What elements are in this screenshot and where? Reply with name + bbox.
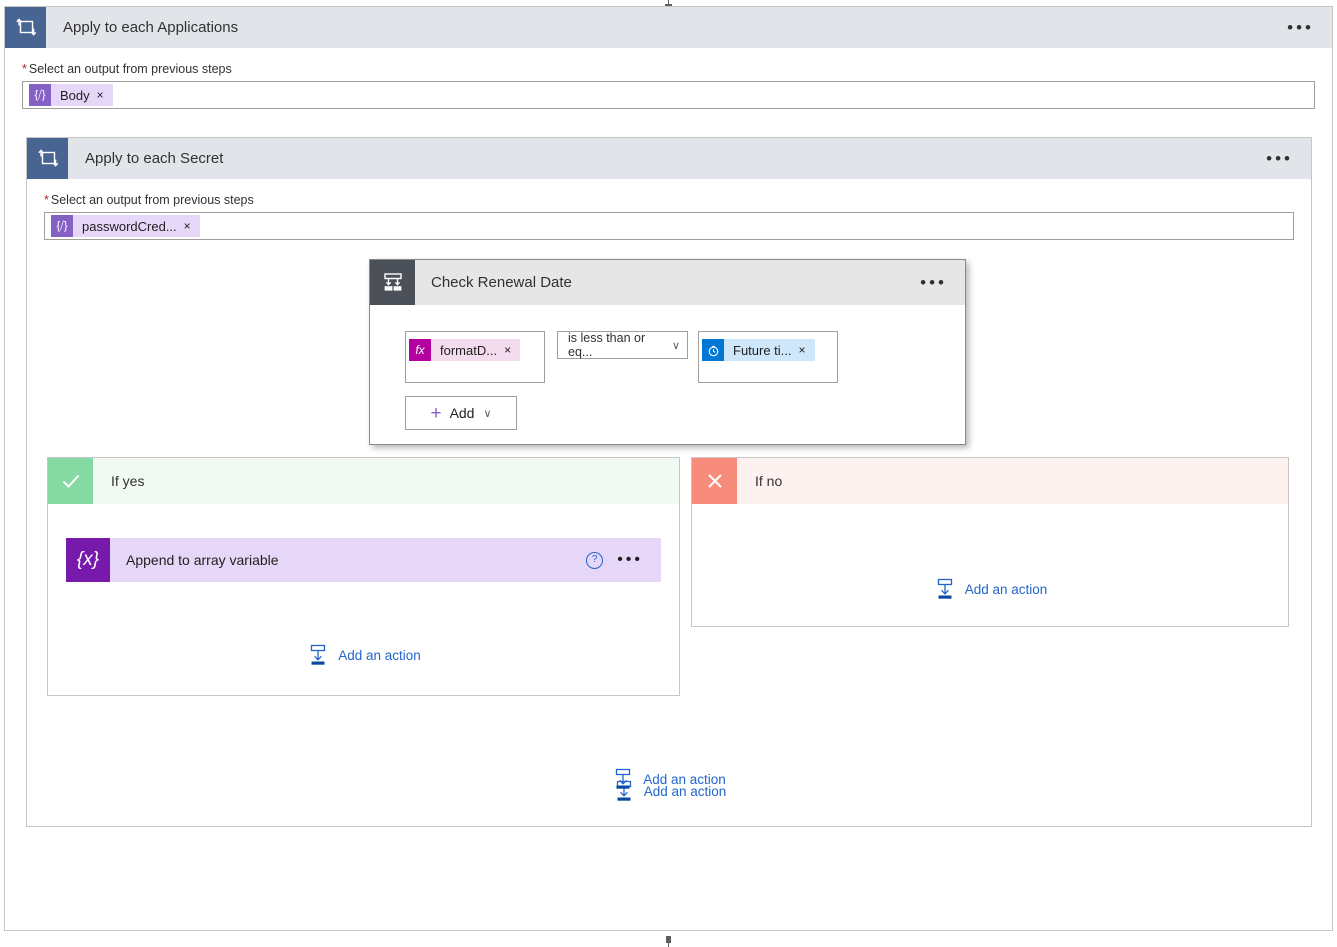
- condition-branch-icon: [370, 260, 415, 305]
- token-format-date[interactable]: fx formatD... ×: [409, 339, 521, 361]
- condition-header: Check Renewal Date •••: [370, 260, 965, 305]
- if-no-header: If no: [692, 458, 1288, 504]
- checkmark-icon: [48, 458, 93, 504]
- outer-loop-overflow-menu[interactable]: •••: [1287, 7, 1332, 48]
- token-remove-icon[interactable]: ×: [799, 343, 815, 357]
- inner-loop-header: Apply to each Secret •••: [27, 138, 1311, 179]
- outer-loop-field-label-text: Select an output from previous steps: [28, 62, 232, 76]
- outer-loop-title: Apply to each Applications: [63, 19, 239, 36]
- help-button[interactable]: ?: [586, 538, 617, 582]
- function-fx-icon: fx: [409, 339, 431, 361]
- token-remove-icon[interactable]: ×: [97, 88, 113, 102]
- add-action-icon: [937, 578, 952, 599]
- condition-operator-dropdown[interactable]: is less than or eq... ∨: [557, 331, 688, 359]
- token-label: Future ti...: [733, 342, 792, 358]
- inner-loop-field-label-text: Select an output from previous steps: [50, 193, 254, 207]
- token-password-credentials[interactable]: {⧸} passwordCred... ×: [51, 215, 200, 237]
- token-label: passwordCred...: [82, 218, 177, 234]
- connector-arrow-bottom: [666, 936, 671, 943]
- add-action-if-yes[interactable]: Add an action: [48, 644, 681, 666]
- token-future-time[interactable]: Future ti... ×: [702, 339, 815, 361]
- add-action-outer-loop[interactable]: Add an action: [5, 768, 1334, 790]
- condition-row: fx formatD... × is less than or eq... ∨: [405, 331, 965, 383]
- expression-braces-icon: {⧸}: [51, 215, 73, 237]
- required-asterisk: *: [44, 193, 49, 207]
- inner-loop-field-label: * Select an output from previous steps: [44, 193, 1294, 207]
- expression-braces-icon: {⧸}: [29, 84, 51, 106]
- append-to-array-variable-action[interactable]: {x} Append to array variable ? •••: [66, 538, 661, 582]
- inner-loop-input[interactable]: {⧸} passwordCred... ×: [44, 212, 1294, 240]
- variable-braces-icon: {x}: [66, 538, 110, 582]
- required-asterisk: *: [22, 62, 27, 76]
- outer-loop-field-group: * Select an output from previous steps {⧸…: [5, 48, 1332, 109]
- if-yes-header: If yes: [48, 458, 679, 504]
- clock-icon: [702, 339, 724, 361]
- chevron-down-icon: ∨: [483, 407, 492, 420]
- add-action-if-no[interactable]: Add an action: [692, 578, 1290, 600]
- condition-left-operand-input[interactable]: fx formatD... ×: [405, 331, 545, 383]
- add-action-if-yes-label: Add an action: [338, 647, 421, 663]
- outer-loop-header: Apply to each Applications •••: [5, 7, 1332, 48]
- check-renewal-date-condition-card[interactable]: Check Renewal Date ••• fx formatD... × i…: [369, 259, 966, 445]
- add-condition-button[interactable]: + Add ∨: [405, 396, 517, 430]
- token-remove-icon[interactable]: ×: [184, 219, 200, 233]
- token-label: formatD...: [440, 342, 498, 358]
- condition-operator-value: is less than or eq...: [568, 331, 646, 359]
- token-remove-icon[interactable]: ×: [504, 343, 520, 357]
- outer-loop-input[interactable]: {⧸} Body ×: [22, 81, 1315, 109]
- add-action-icon: [311, 644, 326, 665]
- loop-icon: [27, 138, 68, 179]
- chevron-down-icon: ∨: [671, 339, 680, 352]
- if-no-branch: If no Add an action: [691, 457, 1289, 627]
- condition-title: Check Renewal Date: [431, 274, 572, 291]
- question-mark-icon: ?: [586, 551, 604, 569]
- add-condition-label: Add: [449, 405, 475, 421]
- if-no-title: If no: [755, 473, 783, 489]
- append-action-overflow-menu[interactable]: •••: [617, 538, 661, 582]
- inner-loop-field-group: * Select an output from previous steps {⧸…: [27, 179, 1311, 240]
- add-action-outer-loop-label: Add an action: [643, 771, 726, 787]
- condition-right-operand-input[interactable]: Future ti... ×: [698, 331, 838, 383]
- if-yes-title: If yes: [111, 473, 145, 489]
- condition-overflow-menu[interactable]: •••: [920, 260, 965, 305]
- add-action-if-no-label: Add an action: [964, 581, 1048, 597]
- token-label: Body: [60, 87, 90, 103]
- token-body[interactable]: {⧸} Body ×: [29, 84, 113, 106]
- add-action-icon: [616, 768, 631, 789]
- append-to-array-variable-title: Append to array variable: [126, 552, 279, 568]
- if-yes-branch: If yes {x} Append to array variable ? ••…: [47, 457, 680, 696]
- plus-icon: +: [430, 402, 442, 424]
- condition-body: fx formatD... × is less than or eq... ∨: [370, 305, 965, 430]
- loop-icon: [5, 7, 46, 48]
- outer-loop-field-label: * Select an output from previous steps: [22, 62, 1315, 76]
- inner-loop-overflow-menu[interactable]: •••: [1266, 138, 1311, 179]
- close-x-icon: [692, 458, 737, 504]
- inner-loop-title: Apply to each Secret: [85, 150, 224, 167]
